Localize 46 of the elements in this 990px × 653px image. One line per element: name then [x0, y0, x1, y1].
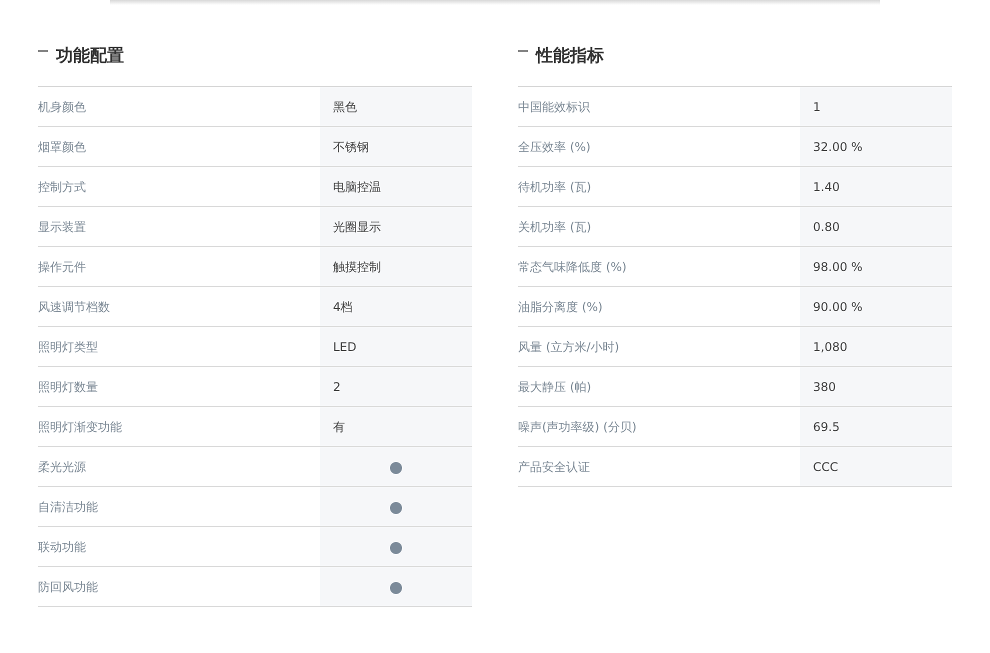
spec-label: 控制方式	[38, 178, 87, 196]
section-title: 功能配置	[56, 45, 124, 68]
spec-label: 照明灯渐变功能	[38, 418, 123, 436]
spec-value: 0.80	[800, 207, 952, 246]
spec-label: 柔光光源	[38, 458, 87, 476]
spec-label: 产品安全认证	[518, 458, 591, 476]
spec-value: 4档	[320, 287, 472, 326]
spec-value: 32.00 %	[800, 127, 952, 166]
spec-value: 黑色	[320, 87, 472, 126]
spec-label: 风量 (立方米/小时)	[518, 338, 620, 356]
spec-label: 烟罩颜色	[38, 138, 87, 156]
spec-value: 1,080	[800, 327, 952, 366]
spec-value: 380	[800, 367, 952, 406]
heading-dash-icon	[38, 50, 48, 52]
spec-label: 待机功率 (瓦)	[518, 178, 592, 196]
spec-label: 油脂分离度 (%)	[518, 298, 604, 316]
spec-label: 风速调节档数	[38, 298, 111, 316]
spec-value: 98.00 %	[800, 247, 952, 286]
spec-label: 噪声(声功率级) (分贝)	[518, 418, 638, 436]
spec-label: 显示装置	[38, 218, 87, 236]
spec-value: 电脑控温	[320, 167, 472, 206]
spec-label: 防回风功能	[38, 578, 99, 596]
spec-label: 机身颜色	[38, 98, 87, 116]
spec-label: 照明灯数量	[38, 378, 99, 396]
spec-value: 不锈钢	[320, 127, 472, 166]
spec-label: 中国能效标识	[518, 98, 591, 116]
spec-label: 自清洁功能	[38, 498, 99, 516]
spec-label: 常态气味降低度 (%)	[518, 258, 628, 276]
spec-value: 有	[320, 407, 472, 446]
spec-value: LED	[320, 327, 472, 366]
spec-value: 1.40	[800, 167, 952, 206]
spec-value: 触摸控制	[320, 247, 472, 286]
spec-value: CCC	[800, 447, 952, 486]
spec-value: 90.00 %	[800, 287, 952, 326]
section-title: 性能指标	[536, 45, 604, 68]
spec-value: 2	[320, 367, 472, 406]
spec-label: 全压效率 (%)	[518, 138, 592, 156]
spec-label: 照明灯类型	[38, 338, 99, 356]
spec-label: 关机功率 (瓦)	[518, 218, 592, 236]
spec-value: 1	[800, 87, 952, 126]
spec-value: 光圈显示	[320, 207, 472, 246]
spec-label: 操作元件	[38, 258, 87, 276]
spec-label: 联动功能	[38, 538, 87, 556]
spec-value: 69.5	[800, 407, 952, 446]
heading-dash-icon	[518, 50, 528, 52]
spec-label: 最大静压 (帕)	[518, 378, 592, 396]
